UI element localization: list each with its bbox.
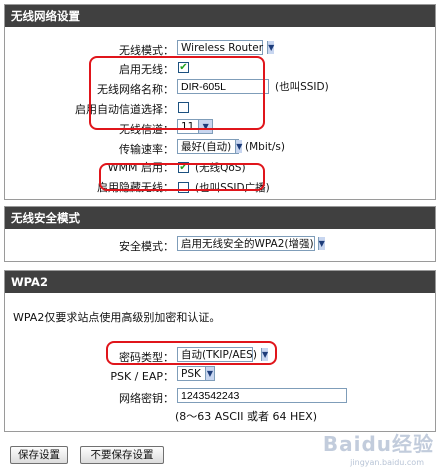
wireless-settings-header: 无线网络设置 <box>5 5 435 27</box>
channel-value: 11 <box>181 120 195 133</box>
wmm-note: (无线QoS) <box>195 162 246 174</box>
checkmark-icon: ✔ <box>179 161 188 173</box>
psk-eap-label: PSK / EAP： <box>110 370 174 383</box>
cipher-type-select[interactable]: 自动(TKIP/AES) ▼ <box>177 347 269 362</box>
network-key-label: 网络密钥： <box>119 392 174 405</box>
checkmark-icon: ✔ <box>179 61 188 73</box>
rate-value: 最好(自动) <box>181 141 232 153</box>
network-key-hint: (8～63 ASCII 或者 64 HEX) <box>175 410 317 423</box>
hidden-wireless-label: 启用隐藏无线： <box>97 181 174 194</box>
security-mode-header: 无线安全模式 <box>5 207 435 229</box>
ssid-label: 无线网络名称： <box>97 83 174 96</box>
psk-eap-select[interactable]: PSK ▼ <box>177 366 215 381</box>
wpa2-panel: WPA2 WPA2仅要求站点使用高级别加密和认证。 密码类型： 自动(TKIP/… <box>4 270 436 432</box>
auto-channel-checkbox[interactable] <box>178 102 189 113</box>
wmm-checkbox[interactable]: ✔ <box>178 162 189 173</box>
rate-unit: (Mbit/s) <box>245 140 285 153</box>
save-settings-button[interactable]: 保存设置 <box>10 446 68 464</box>
wpa2-header: WPA2 <box>5 271 435 293</box>
psk-eap-value: PSK <box>181 367 201 380</box>
security-mode-label: 安全模式： <box>119 240 174 253</box>
security-mode-select[interactable]: 启用无线安全的WPA2(增强) ▼ <box>177 236 325 251</box>
chevron-down-icon: ▼ <box>235 140 243 153</box>
channel-label: 无线信道： <box>119 123 174 136</box>
cipher-type-value: 自动(TKIP/AES) <box>181 349 257 361</box>
wpa2-description: WPA2仅要求站点使用高级别加密和认证。 <box>13 311 221 324</box>
chevron-down-icon: ▼ <box>198 120 212 133</box>
baidu-watermark: Baidu经验 <box>322 432 434 456</box>
chevron-down-icon: ▼ <box>267 41 275 54</box>
wireless-mode-value: Wireless Router <box>181 41 264 54</box>
ssid-input[interactable] <box>177 79 269 94</box>
rate-label: 传输速率： <box>119 143 174 156</box>
chevron-down-icon: ▼ <box>260 348 269 361</box>
ssid-note: (也叫SSID) <box>275 81 329 93</box>
wireless-settings-panel: 无线网络设置 无线模式： Wireless Router ▼ 启用无线： ✔ 无… <box>4 4 436 200</box>
security-mode-panel: 无线安全模式 安全模式： 启用无线安全的WPA2(增强) ▼ <box>4 206 436 262</box>
cipher-type-label: 密码类型： <box>119 351 174 364</box>
auto-channel-label: 启用自动信道选择： <box>75 103 174 116</box>
baidu-watermark-url: jingyan.baidu.com <box>350 458 424 467</box>
network-key-input[interactable] <box>177 388 347 403</box>
enable-wireless-label: 启用无线： <box>119 63 174 76</box>
hidden-wireless-note: (也叫SSID广播) <box>195 182 270 194</box>
channel-select[interactable]: 11 ▼ <box>177 119 213 134</box>
wmm-label: WMM 启用： <box>107 161 174 174</box>
wireless-mode-label: 无线模式： <box>119 44 174 57</box>
chevron-down-icon: ▼ <box>317 237 325 250</box>
hidden-wireless-checkbox[interactable] <box>178 182 189 193</box>
wireless-mode-select[interactable]: Wireless Router ▼ <box>177 40 275 55</box>
enable-wireless-checkbox[interactable]: ✔ <box>178 62 189 73</box>
rate-select[interactable]: 最好(自动) ▼ <box>177 139 243 154</box>
security-mode-value: 启用无线安全的WPA2(增强) <box>181 238 314 250</box>
chevron-down-icon: ▼ <box>204 367 214 380</box>
discard-settings-button[interactable]: 不要保存设置 <box>80 446 164 464</box>
